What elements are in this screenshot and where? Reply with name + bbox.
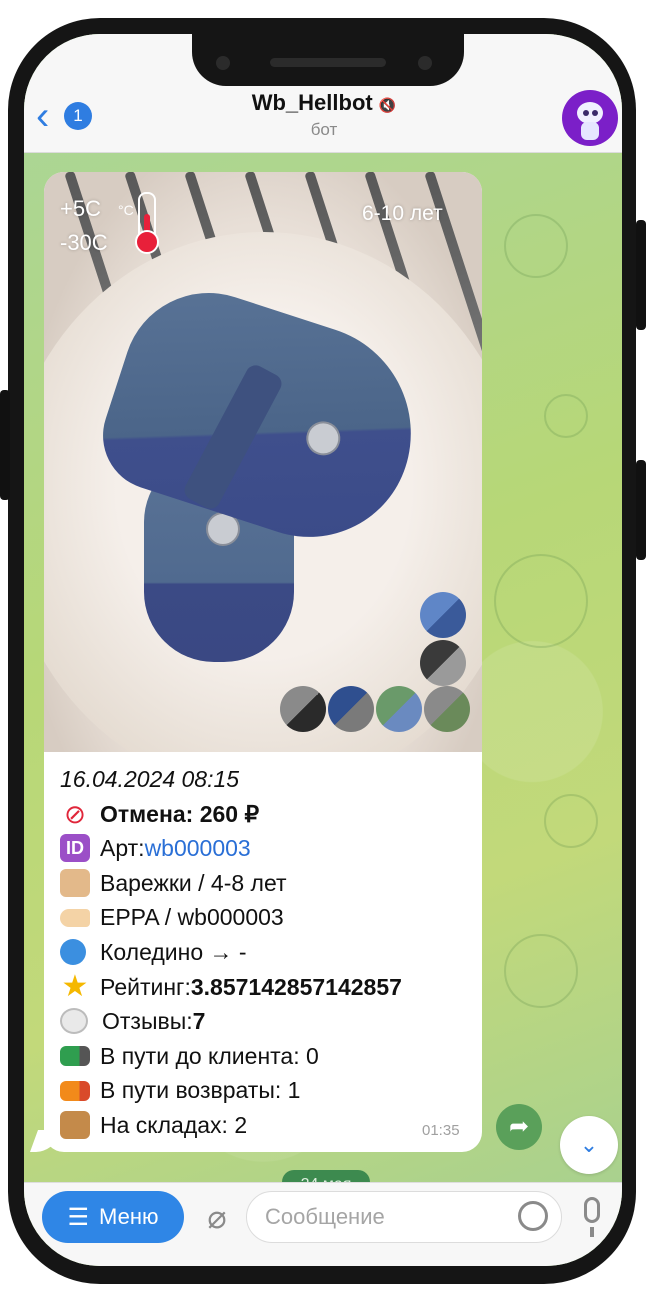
chat-header: ‹ 1 Wb_Hellbot 🔇 бот <box>24 34 622 153</box>
rating-label: Рейтинг: <box>100 973 191 1000</box>
warehouse-text: Коледино → - <box>100 938 247 965</box>
message-input[interactable] <box>246 1191 562 1243</box>
warehouse-row: Коледино → - <box>60 935 480 970</box>
speaker <box>270 58 386 67</box>
speech-bubble-icon <box>60 1008 88 1035</box>
stock-text: На складах: 2 <box>100 1111 248 1138</box>
age-range: 6-10 лет <box>362 202 443 225</box>
input-bar: ☰ Меню ⌀ <box>24 1182 622 1266</box>
temp-max: +5C <box>60 196 101 221</box>
chevron-down-icon: ⌄ <box>579 1132 599 1157</box>
message-text: 16.04.2024 08:15 ⊘ Отмена: 260 ₽ ID Арт:… <box>60 762 480 1143</box>
thermometer-bulb <box>135 230 159 254</box>
art-label: Арт: <box>100 835 145 862</box>
product-photo[interactable]: +5C -30C °C 6-10 лет <box>44 172 482 752</box>
reviews-row: Отзывы: 7 <box>60 1004 480 1039</box>
avatar-eye <box>592 110 598 116</box>
category-text: Варежки / 4-8 лет <box>100 869 287 896</box>
box-icon <box>60 869 90 898</box>
avatar-face <box>577 102 603 124</box>
order-date: 16.04.2024 08:15 <box>60 766 240 792</box>
thermo-unit: °C <box>118 202 134 218</box>
id-icon: ID <box>60 834 90 863</box>
hamburger-icon: ☰ <box>67 1203 90 1231</box>
brand-row: EPPA / wb000003 <box>60 900 480 935</box>
attach-paperclip-icon[interactable]: ⌀ <box>200 1197 234 1237</box>
category-row: Варежки / 4-8 лет <box>60 866 480 901</box>
share-button[interactable]: ➦ <box>496 1104 542 1150</box>
cancel-label: Отмена: 260 ₽ <box>100 800 260 827</box>
doodle <box>494 554 588 648</box>
transit-client-row: В пути до клиента: 0 <box>60 1039 480 1074</box>
transit-returns-text: В пути возвраты: 1 <box>100 1077 301 1104</box>
color-swatch <box>280 686 326 732</box>
mic-head <box>584 1197 600 1223</box>
no-entry-icon: ⊘ <box>64 798 86 829</box>
transit-returns-row: В пути возвраты: 1 <box>60 1073 480 1108</box>
microphone-icon[interactable] <box>576 1197 608 1239</box>
share-arrow-icon: ➦ <box>508 1113 530 1140</box>
side-button-bottom <box>636 460 646 560</box>
bot-avatar[interactable] <box>562 90 618 146</box>
tag-icon <box>60 908 90 927</box>
volume-button <box>0 390 10 500</box>
side-button-top <box>636 220 646 330</box>
message-time: 01:35 <box>422 1122 460 1139</box>
chat-title[interactable]: Wb_Hellbot 🔇 <box>174 90 474 116</box>
color-swatch <box>420 640 466 686</box>
rating-value: 3.857142857142857 <box>190 973 402 1000</box>
mic-stem <box>590 1227 594 1237</box>
package-icon <box>60 1111 90 1140</box>
color-swatch <box>376 686 422 732</box>
doodle <box>544 794 598 848</box>
chat-subtitle: бот <box>310 120 338 139</box>
camera <box>418 56 432 70</box>
reviews-label: Отзывы: <box>102 1008 193 1035</box>
color-swatch <box>424 686 470 732</box>
transit-client-text: В пути до клиента: 0 <box>100 1042 319 1069</box>
delivery-truck-icon <box>60 1080 90 1101</box>
sticker-icon[interactable] <box>518 1201 548 1231</box>
menu-button[interactable]: ☰ Меню <box>42 1191 184 1243</box>
scroll-down-button[interactable]: ⌄ <box>560 1116 618 1174</box>
temp-min: -30C <box>60 230 108 255</box>
color-swatch <box>420 592 466 638</box>
art-link[interactable]: wb000003 <box>145 831 251 866</box>
avatar-body <box>581 122 599 140</box>
doodle <box>544 394 588 438</box>
doodle <box>504 934 578 1008</box>
star-icon: ★ <box>61 969 89 1003</box>
truck-icon <box>60 1046 90 1067</box>
globe-icon <box>60 939 86 966</box>
chat-title-text: Wb_Hellbot <box>251 90 373 115</box>
brand-logo-icon <box>301 416 345 460</box>
stock-row: На складах: 2 <box>60 1108 480 1143</box>
sensor <box>216 56 230 70</box>
art-row: ID Арт: wb000003 <box>60 831 480 866</box>
doodle <box>504 214 568 278</box>
avatar-eye <box>583 110 589 116</box>
mute-icon: 🔇 <box>378 97 397 113</box>
unread-badge[interactable]: 1 <box>64 102 92 130</box>
menu-label: Меню <box>99 1204 159 1229</box>
color-swatch <box>328 686 374 732</box>
cancel-row: ⊘ Отмена: 260 ₽ <box>60 797 480 832</box>
message-bubble[interactable]: +5C -30C °C 6-10 лет 16.04.2024 08:15 ⊘ … <box>44 172 482 1152</box>
brand-text: EPPA / wb000003 <box>100 904 284 931</box>
reviews-value: 7 <box>192 1008 206 1035</box>
notch <box>192 34 464 86</box>
back-chevron-icon[interactable]: ‹ <box>36 96 62 136</box>
rating-row: ★ Рейтинг: 3.857142857142857 <box>60 970 480 1005</box>
temperature-range: +5C -30C <box>60 192 108 260</box>
screen: ‹ 1 Wb_Hellbot 🔇 бот +5C -30C °C 6-10 ле… <box>24 34 622 1266</box>
